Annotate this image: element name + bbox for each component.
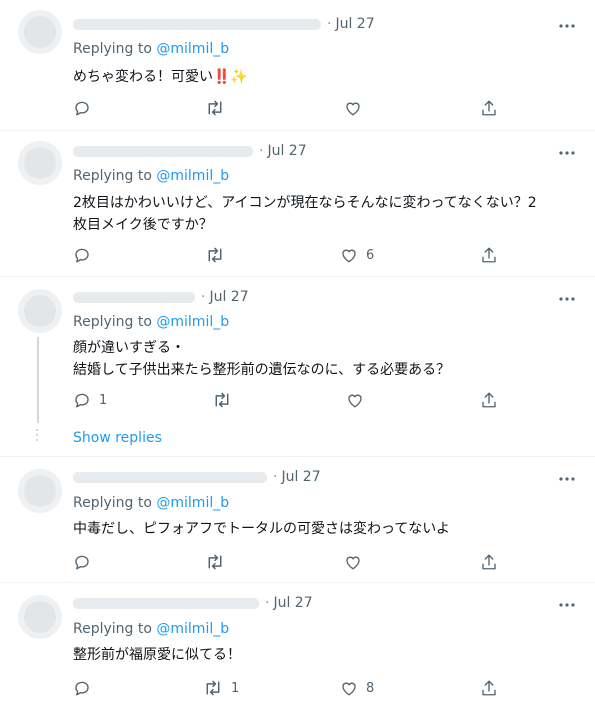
- like-button[interactable]: 6: [340, 244, 374, 266]
- reply-button[interactable]: [73, 677, 99, 699]
- tweet[interactable]: · Jul 27 Replying to @milmil_b 2枚目はかわいいけど…: [0, 131, 595, 277]
- tweet-header: · Jul 27: [73, 469, 321, 489]
- replying-handle-link[interactable]: @milmil_b: [156, 621, 229, 637]
- replying-to: Replying to @milmil_b: [73, 168, 230, 184]
- retweet-button[interactable]: [205, 244, 233, 266]
- reply-icon: [73, 553, 91, 571]
- share-button[interactable]: [480, 244, 498, 266]
- share-button[interactable]: [480, 551, 498, 573]
- like-button[interactable]: [344, 97, 370, 119]
- retweet-icon: [205, 553, 225, 571]
- more-icon[interactable]: [557, 291, 577, 307]
- reply-icon: [73, 99, 91, 117]
- retweet-icon: [205, 246, 225, 264]
- more-icon[interactable]: [557, 18, 577, 34]
- author-name-redacted[interactable]: [73, 145, 253, 157]
- tweet[interactable]: · Jul 27 Replying to @milmil_b 整形前が福原愛に似て…: [0, 583, 595, 710]
- avatar[interactable]: [18, 595, 62, 639]
- avatar[interactable]: [18, 141, 62, 185]
- reply-icon: [73, 246, 91, 264]
- avatar[interactable]: [18, 10, 62, 54]
- replying-handle-link[interactable]: @milmil_b: [156, 314, 229, 330]
- retweet-icon: [203, 679, 223, 697]
- more-icon[interactable]: [557, 471, 577, 487]
- like-button[interactable]: [344, 551, 370, 573]
- share-button[interactable]: [480, 389, 498, 411]
- like-icon: [346, 391, 364, 409]
- tweet-text: 中毒だし、ピフォアフでトータルの可愛さは変わってないよ: [73, 521, 451, 537]
- share-icon: [480, 246, 498, 264]
- more-icon[interactable]: [557, 597, 577, 613]
- share-icon: [480, 391, 498, 409]
- replying-handle-link[interactable]: @milmil_b: [156, 168, 229, 184]
- author-name-redacted[interactable]: [73, 471, 267, 483]
- tweet-text: めちゃ変わる！可愛い‼️✨: [73, 69, 248, 85]
- tweet-header: · Jul 27: [73, 595, 313, 615]
- share-button[interactable]: [480, 97, 498, 119]
- reply-icon: [73, 679, 91, 697]
- tweet-date[interactable]: Jul 27: [281, 469, 320, 485]
- tweet[interactable]: · Jul 27 Replying to @milmil_b めちゃ変わる！可愛い…: [0, 0, 595, 131]
- author-name-redacted[interactable]: [73, 291, 195, 303]
- reply-button[interactable]: [73, 244, 99, 266]
- share-icon: [480, 99, 498, 117]
- more-icon[interactable]: [557, 145, 577, 161]
- share-icon: [480, 679, 498, 697]
- tweet-text: 顔が違いすぎる・ 結婚して子供出来たら整形前の遺伝なのに、する必要ある？: [73, 340, 451, 378]
- replying-handle-link[interactable]: @milmil_b: [156, 495, 229, 511]
- like-icon: [340, 246, 358, 264]
- tweet-header: · Jul 27: [73, 143, 307, 163]
- tweet-header: · Jul 27: [73, 289, 249, 309]
- tweet-header: · Jul 27: [73, 16, 375, 36]
- replying-to: Replying to @milmil_b: [73, 621, 230, 637]
- tweet-date[interactable]: Jul 27: [273, 595, 312, 611]
- reply-button[interactable]: 1: [73, 389, 107, 411]
- show-replies-link[interactable]: Show replies: [73, 430, 162, 446]
- thread-line: [37, 337, 39, 423]
- retweet-button[interactable]: 1: [203, 677, 239, 699]
- like-icon: [340, 679, 358, 697]
- retweet-button[interactable]: [205, 551, 233, 573]
- retweet-icon: [212, 391, 232, 409]
- tweet[interactable]: · Jul 27 Replying to @milmil_b 中毒だし、ピフォアフ…: [0, 457, 595, 583]
- tweet-text: 2枚目はかわいいけど、アイコンが現在ならそんなに変わってなくない？2 枚目メイク後…: [73, 195, 537, 233]
- share-icon: [480, 553, 498, 571]
- avatar[interactable]: [18, 289, 62, 333]
- retweet-icon: [205, 99, 225, 117]
- tweet-date[interactable]: Jul 27: [267, 143, 306, 159]
- like-button[interactable]: 8: [340, 677, 374, 699]
- retweet-button[interactable]: [212, 389, 240, 411]
- share-button[interactable]: [480, 677, 498, 699]
- author-name-redacted[interactable]: [73, 18, 321, 30]
- tweet-date[interactable]: Jul 27: [209, 289, 248, 305]
- tweet-date[interactable]: Jul 27: [335, 16, 374, 32]
- like-button[interactable]: [346, 389, 372, 411]
- tweet[interactable]: · Jul 27 Replying to @milmil_b 顔が違いすぎる・ 結婚…: [0, 277, 595, 457]
- replying-to: Replying to @milmil_b: [73, 495, 230, 511]
- like-icon: [344, 553, 362, 571]
- like-icon: [344, 99, 362, 117]
- tweet-text: 整形前が福原愛に似てる！: [73, 647, 241, 663]
- replying-to: Replying to @milmil_b: [73, 314, 230, 330]
- avatar[interactable]: [18, 469, 62, 513]
- reply-icon: [73, 391, 91, 409]
- thread-dots: [36, 429, 39, 444]
- replying-to: Replying to @milmil_b: [73, 41, 230, 57]
- reply-button[interactable]: [73, 551, 99, 573]
- author-name-redacted[interactable]: [73, 597, 259, 609]
- reply-button[interactable]: [73, 97, 99, 119]
- replying-handle-link[interactable]: @milmil_b: [156, 41, 229, 57]
- retweet-button[interactable]: [205, 97, 233, 119]
